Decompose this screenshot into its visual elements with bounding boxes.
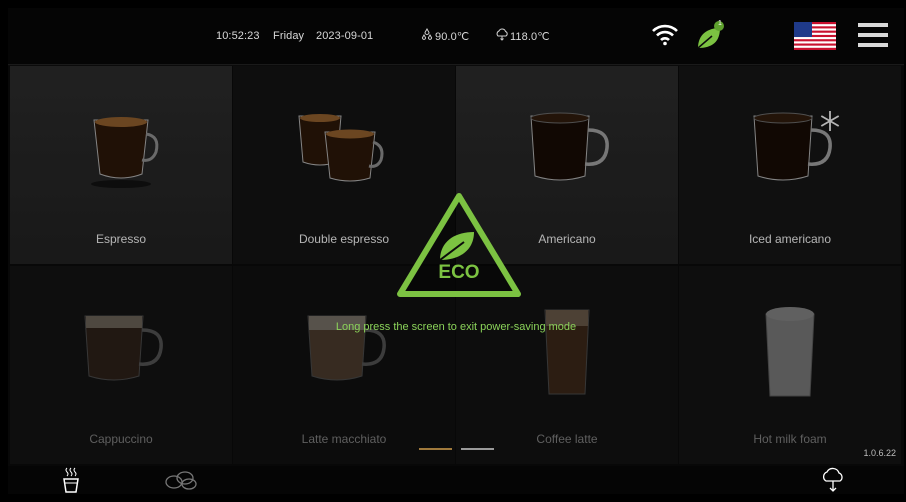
clock-time: 10:52:23 [216, 30, 260, 42]
date: 2023-09-01 [316, 30, 374, 42]
eco-label: ECO [438, 262, 480, 283]
us-flag-icon[interactable] [794, 22, 836, 50]
steam-cloud-icon[interactable] [820, 467, 846, 493]
coffee-beans-icon[interactable] [164, 470, 198, 490]
status-bar: 10:52:23 Friday 2023-09-01 90.0℃ 118.0℃ … [8, 8, 904, 65]
steam-temperature: 118.0℃ [510, 31, 550, 43]
eco-mode-icon [397, 193, 521, 297]
eco-badge-count: 1 [718, 20, 722, 27]
steam-icon [496, 28, 508, 41]
coffee-machine-screen[interactable]: 10:52:23 Friday 2023-09-01 90.0℃ 118.0℃ … [8, 8, 904, 494]
water-temperature: 90.0℃ [435, 31, 470, 43]
software-version: 1.0.6.22 [863, 448, 896, 458]
wifi-icon[interactable] [652, 24, 678, 46]
water-drops-icon [421, 28, 433, 40]
hot-cup-icon[interactable] [62, 467, 80, 493]
bottom-bar [8, 466, 904, 494]
page-indicator-1[interactable] [419, 448, 452, 450]
day-of-week: Friday [273, 30, 305, 42]
hamburger-menu-icon[interactable] [858, 22, 888, 48]
page-indicator-2[interactable] [461, 448, 494, 450]
exit-power-saving-message: Long press the screen to exit power-savi… [335, 321, 577, 333]
